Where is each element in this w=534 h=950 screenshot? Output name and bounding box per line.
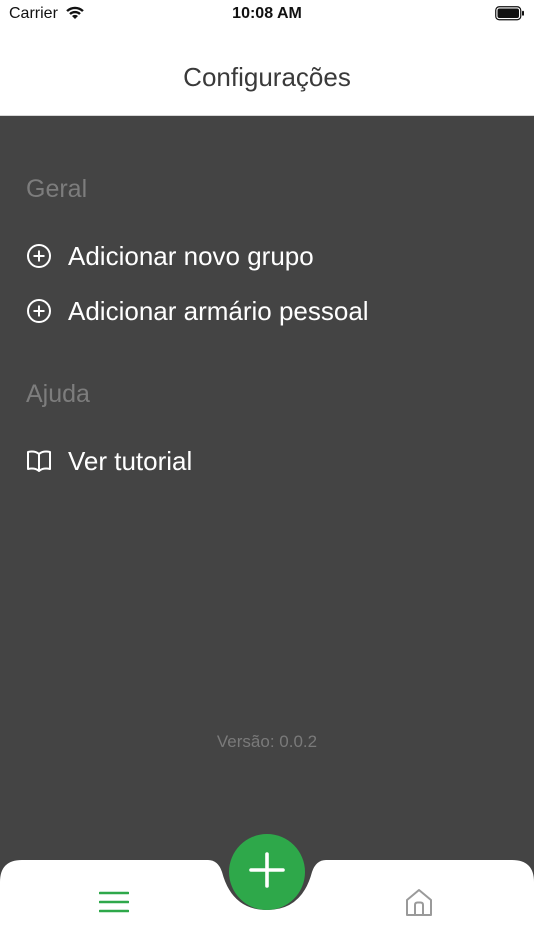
add-button[interactable] [229,834,305,910]
home-icon [404,887,434,922]
add-group-row[interactable]: Adicionar novo grupo [26,236,314,276]
view-tutorial-label: Ver tutorial [68,445,193,476]
book-icon [26,448,52,474]
add-group-label: Adicionar novo grupo [68,240,314,271]
hamburger-menu-icon [98,890,130,919]
settings-content: Geral Adicionar novo grupo Adicionar arm… [0,116,534,860]
version-label: Versão: 0.0.2 [216,732,318,751]
section-header-geral: Geral [26,175,88,203]
view-tutorial-row[interactable]: Ver tutorial [26,441,192,481]
battery-icon [495,6,525,21]
clock: 10:08 AM [232,5,302,22]
status-bar: Carrier 10:08 AM [0,0,534,30]
add-personal-locker-label: Adicionar armário pessoal [68,295,369,326]
section-header-ajuda: Ajuda [26,380,90,408]
plus-circle-icon [26,298,52,324]
plus-icon [249,851,285,893]
plus-circle-icon [26,243,52,269]
tab-menu[interactable] [96,888,132,920]
navigation-bar: Configurações [0,30,534,116]
tab-home[interactable] [400,886,438,922]
add-personal-locker-row[interactable]: Adicionar armário pessoal [26,291,369,331]
page-title: Configurações [183,62,351,92]
